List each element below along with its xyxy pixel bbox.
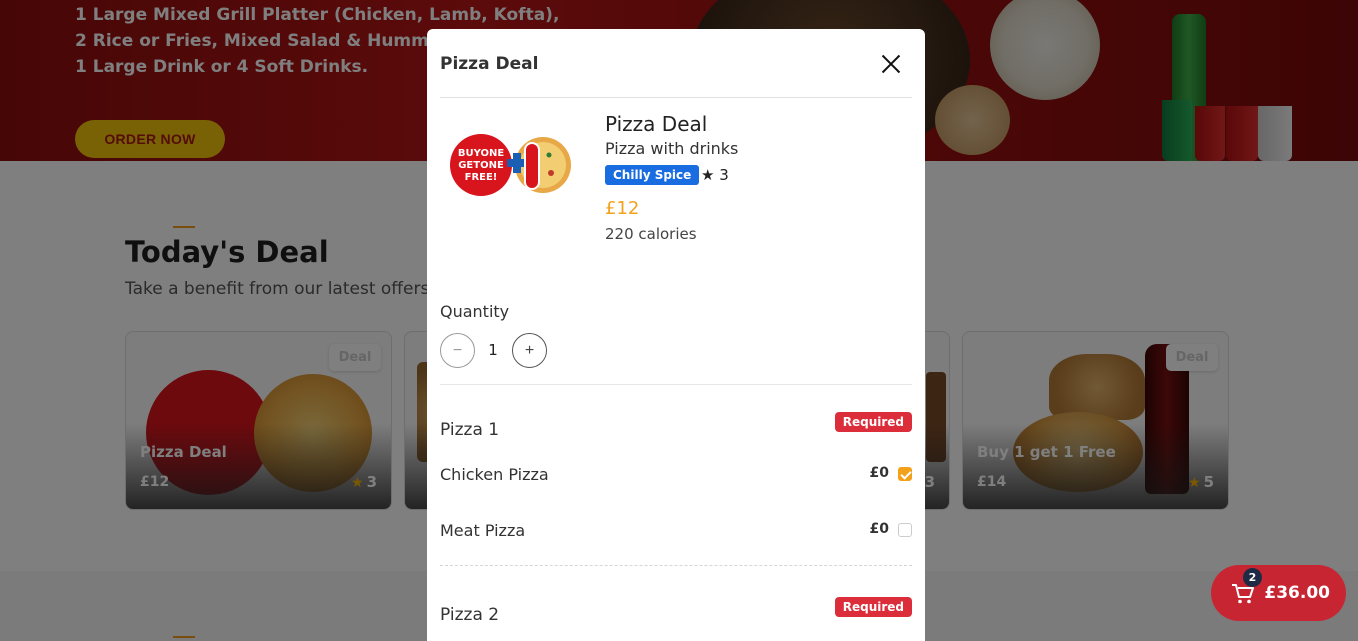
modal-header: Pizza Deal [440, 51, 912, 98]
product-calories: 220 calories [605, 225, 697, 243]
image-text: BUYONE [458, 148, 504, 159]
spice-tag: Chilly Spice [605, 165, 700, 185]
option-group-title: Pizza 2 [440, 605, 500, 625]
product-price: £12 [605, 198, 640, 219]
required-badge: Required [834, 412, 912, 432]
close-icon[interactable] [878, 51, 904, 77]
product-modal: Pizza Deal BUYONE GETONE FREE! Pizza Dea… [427, 29, 925, 641]
image-text: GETONE [458, 160, 504, 171]
cart-count-badge: 2 [1243, 568, 1262, 587]
image-text: FREE! [465, 172, 498, 183]
cart-button[interactable]: 2 £36.00 [1211, 565, 1346, 621]
quantity-label: Quantity [440, 302, 510, 321]
option-price: £0 [869, 521, 889, 537]
divider [440, 384, 912, 385]
cart-total: £36.00 [1264, 583, 1330, 603]
product-rating: ★ 3 [701, 166, 729, 184]
required-badge: Required [834, 597, 912, 617]
decrease-quantity-button[interactable]: − [440, 333, 475, 368]
product-description: Pizza with drinks [605, 139, 739, 158]
quantity-value: 1 [488, 341, 498, 359]
product-name: Pizza Deal [605, 112, 708, 136]
option-group-title: Pizza 1 [440, 420, 500, 440]
group-divider [440, 565, 912, 566]
pizza-deal-image: BUYONE GETONE FREE! [450, 134, 571, 196]
option-label[interactable]: Chicken Pizza [440, 465, 549, 484]
option-checkbox[interactable] [898, 523, 912, 537]
option-price: £0 [869, 465, 889, 481]
increase-quantity-button[interactable]: + [512, 333, 547, 368]
modal-title: Pizza Deal [440, 54, 539, 74]
option-checkbox[interactable] [898, 467, 912, 481]
option-label[interactable]: Meat Pizza [440, 521, 525, 540]
star-icon: ★ [701, 166, 720, 184]
